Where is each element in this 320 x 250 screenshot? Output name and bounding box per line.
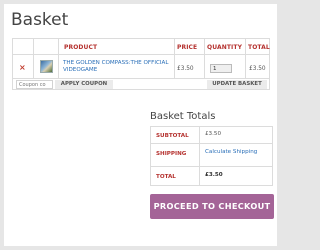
cart-divider	[13, 54, 269, 55]
header-product: PRODUCT	[64, 44, 98, 51]
apply-coupon-button[interactable]: APPLY COUPON	[55, 80, 113, 89]
page-title: Basket	[11, 10, 69, 30]
cart-divider	[33, 39, 34, 78]
header-price: PRICE	[177, 44, 198, 51]
item-total: £3.50	[249, 66, 266, 72]
cart-divider	[58, 39, 59, 78]
remove-item-icon[interactable]: ×	[19, 63, 26, 72]
subtotal-value: £3.50	[205, 131, 222, 137]
basket-totals-title: Basket Totals	[150, 111, 216, 122]
cart-table: PRODUCT PRICE QUANTITY TOTAL × THE GOLDE…	[12, 38, 270, 90]
cart-divider	[245, 39, 246, 78]
update-basket-button[interactable]: UPDATE BASKET	[207, 80, 267, 89]
basket-panel: Basket PRODUCT PRICE QUANTITY TOTAL × TH…	[4, 4, 277, 246]
shipping-label: SHIPPING	[156, 151, 187, 157]
totals-divider	[151, 143, 272, 144]
product-thumbnail[interactable]	[40, 60, 53, 73]
coupon-input[interactable]	[16, 80, 53, 89]
cart-divider	[204, 39, 205, 78]
cart-actions: APPLY COUPON UPDATE BASKET	[13, 78, 269, 91]
product-name-link[interactable]: THE GOLDEN COMPASS:THE OFFICIAL VIDEOGAM…	[63, 60, 171, 74]
calculate-shipping-link[interactable]: Calculate Shipping	[205, 149, 257, 155]
subtotal-label: SUBTOTAL	[156, 133, 189, 139]
proceed-to-checkout-button[interactable]: PROCEED TO CHECKOUT	[150, 194, 274, 219]
basket-totals-table: SUBTOTAL £3.50 SHIPPING Calculate Shippi…	[150, 126, 273, 186]
totals-divider	[199, 127, 200, 185]
quantity-input[interactable]	[210, 64, 232, 73]
totals-divider	[151, 166, 272, 167]
total-value: £3.50	[205, 172, 223, 178]
item-price: £3.50	[177, 66, 194, 72]
total-label: TOTAL	[156, 174, 176, 180]
header-total: TOTAL	[248, 44, 270, 51]
cart-divider	[174, 39, 175, 78]
header-quantity: QUANTITY	[207, 44, 243, 51]
